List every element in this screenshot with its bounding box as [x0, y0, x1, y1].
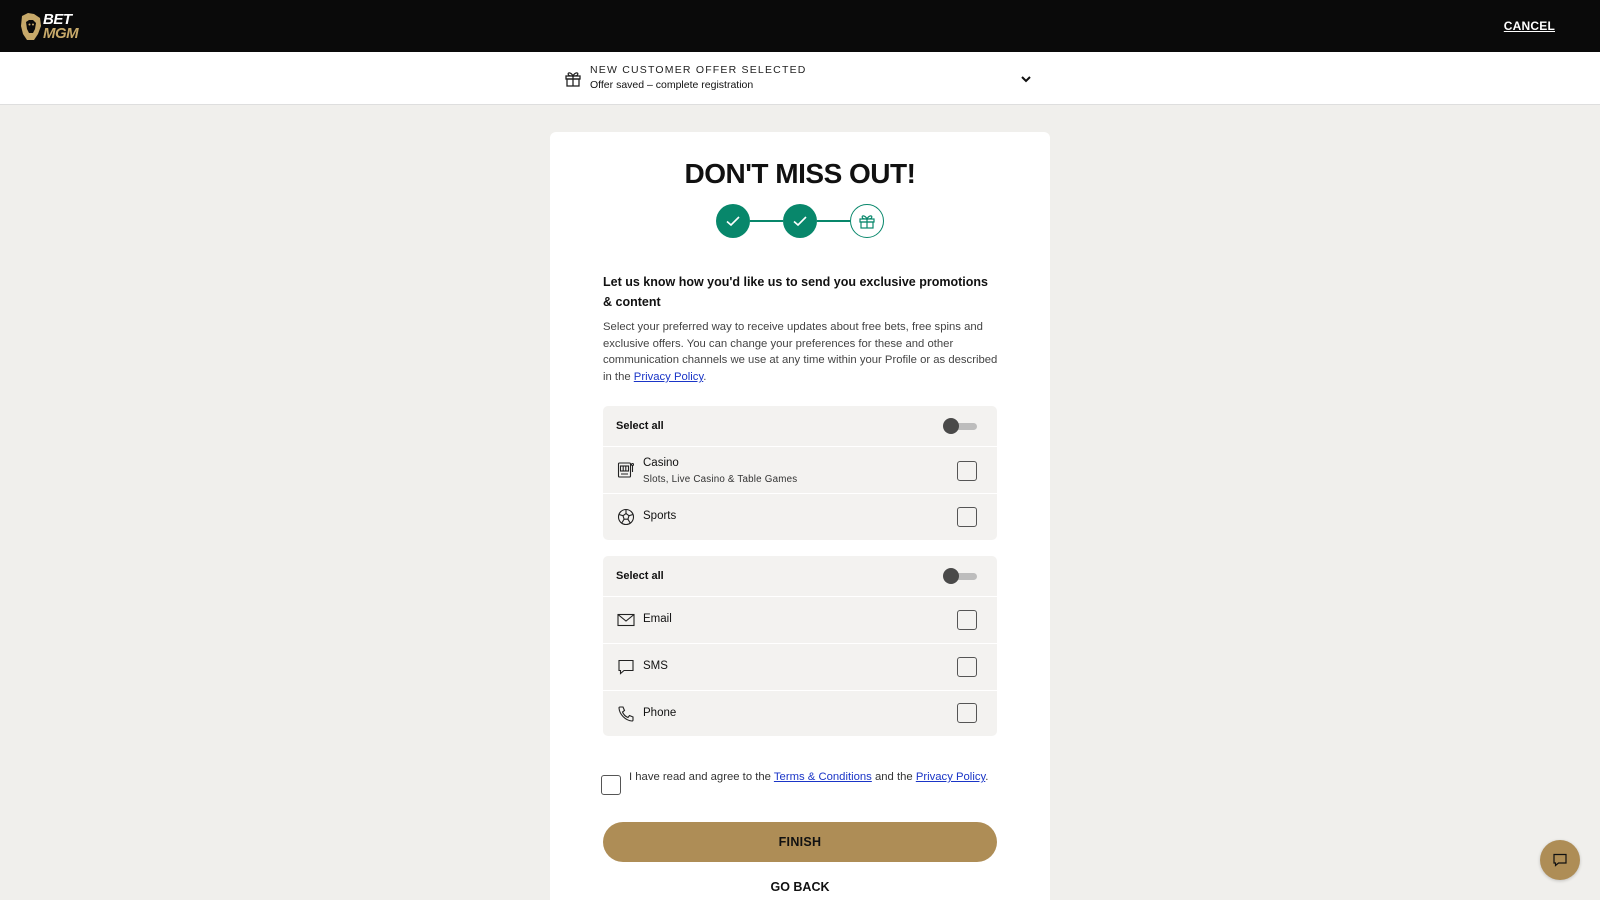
chevron-down-icon[interactable] — [1019, 72, 1033, 86]
phone-checkbox[interactable] — [957, 703, 977, 723]
casino-row[interactable]: Casino Slots, Live Casino & Table Games — [603, 447, 997, 494]
soccer-ball-icon — [617, 508, 635, 526]
promotions-description: Select your preferred way to receive upd… — [603, 319, 998, 386]
casino-label: Casino — [643, 457, 679, 469]
lion-logo-icon — [21, 13, 41, 40]
products-select-all-toggle[interactable] — [943, 418, 977, 434]
registration-card: DON'T MISS OUT! Let us know how you'd li… — [550, 132, 1050, 900]
cancel-link[interactable]: CANCEL — [1504, 19, 1555, 33]
email-label: Email — [643, 613, 672, 625]
promotions-lead: Let us know how you'd like us to send yo… — [603, 275, 988, 309]
email-row[interactable]: Email — [603, 597, 997, 644]
step-connector — [817, 220, 850, 222]
step-1-complete — [716, 204, 750, 238]
slot-machine-icon — [617, 462, 635, 478]
agreement-text-2: and the — [871, 771, 916, 783]
select-all-label: Select all — [616, 570, 664, 582]
sms-row[interactable]: SMS — [603, 644, 997, 691]
phone-row[interactable]: Phone — [603, 691, 997, 736]
agreement-text-1: I have read and agree to the — [629, 771, 774, 783]
sports-label: Sports — [643, 510, 677, 522]
sports-row[interactable]: Sports — [603, 494, 997, 540]
gift-icon — [565, 72, 581, 87]
check-icon — [793, 216, 807, 227]
offer-bar[interactable]: NEW CUSTOMER OFFER SELECTED Offer saved … — [0, 52, 1600, 105]
logo-wordmark: BET MGM — [43, 12, 79, 42]
casino-checkbox[interactable] — [957, 461, 977, 481]
email-checkbox[interactable] — [957, 610, 977, 630]
privacy-policy-link[interactable]: Privacy Policy — [916, 771, 985, 783]
offer-heading: NEW CUSTOMER OFFER SELECTED — [590, 64, 807, 76]
privacy-policy-link[interactable]: Privacy Policy — [634, 371, 703, 383]
terms-conditions-link[interactable]: Terms & Conditions — [774, 771, 872, 783]
gift-icon — [859, 215, 875, 229]
betmgm-logo[interactable]: BET MGM — [20, 10, 90, 44]
casino-sublabel: Slots, Live Casino & Table Games — [643, 474, 798, 485]
chat-button[interactable] — [1540, 840, 1580, 880]
envelope-icon — [617, 613, 635, 627]
products-preferences: Select all Casino Slots, Live Casino & T… — [603, 406, 997, 540]
select-all-label: Select all — [616, 420, 664, 432]
sms-label: SMS — [643, 660, 668, 672]
description-end: . — [703, 371, 707, 384]
check-icon — [726, 216, 740, 227]
channels-select-all-toggle[interactable] — [943, 568, 977, 584]
channels-preferences: Select all Email SMS Phone — [603, 556, 997, 736]
logo-line-mgm: MGM — [43, 25, 79, 42]
terms-agreement-text: I have read and agree to the Terms & Con… — [629, 769, 989, 786]
top-bar: BET MGM CANCEL — [0, 0, 1600, 52]
sports-checkbox[interactable] — [957, 507, 977, 527]
toggle-knob — [943, 568, 959, 584]
step-2-complete — [783, 204, 817, 238]
agreement-text-3: . — [985, 771, 989, 783]
phone-icon — [618, 706, 634, 722]
sms-checkbox[interactable] — [957, 657, 977, 677]
phone-label: Phone — [643, 707, 677, 719]
page-title: DON'T MISS OUT! — [684, 158, 916, 189]
finish-button[interactable]: FINISH — [603, 822, 997, 862]
toggle-knob — [943, 418, 959, 434]
step-3-current — [850, 204, 884, 238]
step-connector — [750, 220, 783, 222]
chat-icon — [1553, 853, 1567, 867]
terms-agreement-checkbox[interactable] — [601, 775, 621, 795]
products-select-all-row: Select all — [603, 406, 997, 447]
offer-subtext: Offer saved – complete registration — [590, 79, 754, 91]
channels-select-all-row: Select all — [603, 556, 997, 597]
go-back-button[interactable]: GO BACK — [603, 880, 997, 894]
progress-stepper — [716, 204, 884, 238]
message-icon — [618, 659, 634, 675]
